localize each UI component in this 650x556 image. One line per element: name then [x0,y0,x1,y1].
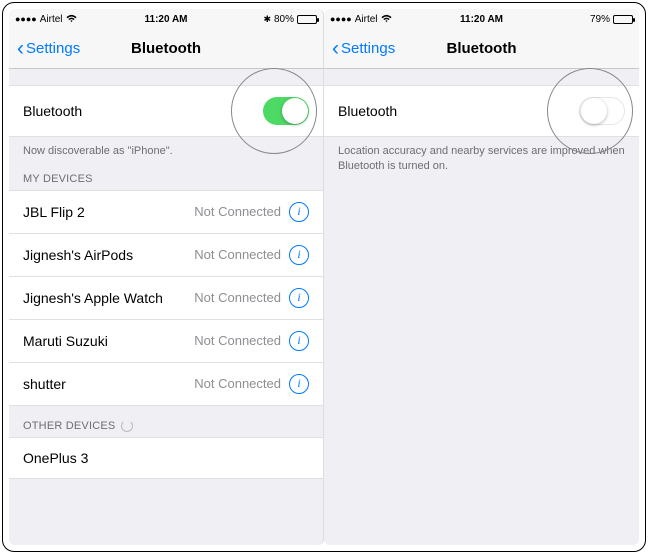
wifi-icon [66,14,77,25]
device-name: Jignesh's AirPods [23,247,194,263]
device-row[interactable]: shutter Not Connected i [9,363,323,406]
carrier-label: Airtel [40,14,63,25]
back-button[interactable]: ‹ Settings [332,38,395,59]
device-status: Not Connected [194,204,281,219]
discoverable-footer: Now discoverable as "iPhone". [9,137,323,159]
back-label: Settings [26,40,80,57]
device-status: Not Connected [194,333,281,348]
bluetooth-toggle[interactable] [579,97,625,125]
phone-left: ●●●● Airtel 11:20 AM ✱ 80% ‹ Settings Bl… [9,9,324,545]
page-title: Bluetooth [131,40,201,57]
battery-icon [613,15,633,24]
chevron-left-icon: ‹ [332,38,339,59]
device-status: Not Connected [194,247,281,262]
status-bar: ●●●● Airtel 11:20 AM 79% [324,9,639,29]
device-name: JBL Flip 2 [23,204,194,220]
info-icon[interactable]: i [289,202,309,222]
bluetooth-off-footer: Location accuracy and nearby services ar… [324,137,639,174]
info-icon[interactable]: i [289,331,309,351]
other-device-row[interactable]: OnePlus 3 [9,437,323,479]
status-bar: ●●●● Airtel 11:20 AM ✱ 80% [9,9,323,29]
battery-icon [297,15,317,24]
device-row[interactable]: Jignesh's Apple Watch Not Connected i [9,277,323,320]
info-icon[interactable]: i [289,288,309,308]
bluetooth-label: Bluetooth [23,103,263,119]
device-name: Maruti Suzuki [23,333,194,349]
bluetooth-toggle[interactable] [263,97,309,125]
battery-percent: 79% [590,14,610,25]
signal-icon: ●●●● [15,14,37,24]
device-name: Jignesh's Apple Watch [23,290,194,306]
device-status: Not Connected [194,376,281,391]
bluetooth-status-icon: ✱ [263,14,271,25]
device-row[interactable]: Jignesh's AirPods Not Connected i [9,234,323,277]
battery-percent: 80% [274,14,294,25]
clock: 11:20 AM [145,14,188,25]
device-name: OnePlus 3 [23,450,309,466]
spinner-icon [121,420,133,432]
info-icon[interactable]: i [289,245,309,265]
device-row[interactable]: JBL Flip 2 Not Connected i [9,190,323,234]
navbar: ‹ Settings Bluetooth [9,29,323,69]
my-devices-header: MY DEVICES [9,159,323,190]
page-title: Bluetooth [447,40,517,57]
other-devices-header: OTHER DEVICES [9,406,323,437]
back-label: Settings [341,40,395,57]
device-name: shutter [23,376,194,392]
carrier-label: Airtel [355,14,378,25]
info-icon[interactable]: i [289,374,309,394]
clock: 11:20 AM [460,14,503,25]
device-status: Not Connected [194,290,281,305]
back-button[interactable]: ‹ Settings [17,38,80,59]
wifi-icon [381,14,392,25]
navbar: ‹ Settings Bluetooth [324,29,639,69]
bluetooth-toggle-cell: Bluetooth [324,85,639,137]
signal-icon: ●●●● [330,14,352,24]
bluetooth-toggle-cell: Bluetooth [9,85,323,137]
bluetooth-label: Bluetooth [338,103,579,119]
phone-right: ●●●● Airtel 11:20 AM 79% ‹ Settings Blue… [324,9,639,545]
device-row[interactable]: Maruti Suzuki Not Connected i [9,320,323,363]
chevron-left-icon: ‹ [17,38,24,59]
